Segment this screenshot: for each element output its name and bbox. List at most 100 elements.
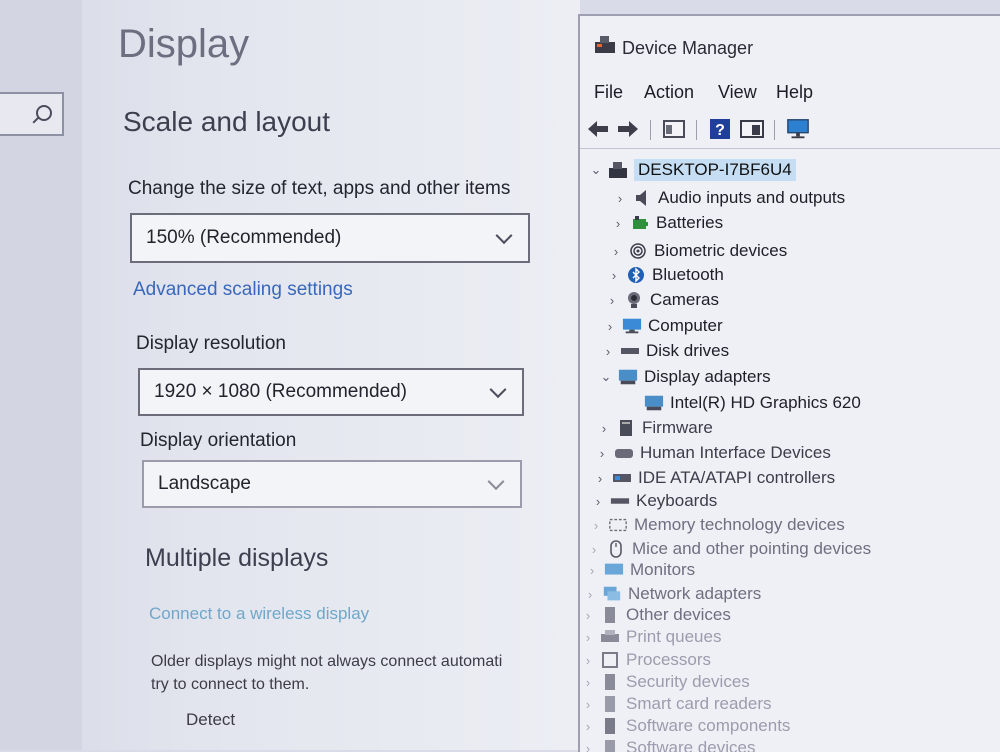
tree-root[interactable]: ⌄ DESKTOP-I7BF6U4: [588, 158, 796, 182]
chevron-right-icon[interactable]: ›: [580, 741, 596, 752]
chevron-right-icon[interactable]: ›: [584, 563, 600, 578]
chevron-right-icon[interactable]: ›: [594, 446, 610, 461]
chevron-right-icon[interactable]: ›: [596, 421, 612, 436]
tree-item[interactable]: › Print queues: [580, 625, 721, 649]
chevron-right-icon[interactable]: ›: [580, 630, 596, 645]
tree-item[interactable]: › Cameras: [604, 288, 719, 312]
section-title-scale: Scale and layout: [123, 106, 330, 138]
tree-item-label: Security devices: [626, 672, 750, 692]
tree-item[interactable]: › Firmware: [596, 416, 713, 440]
tree-item[interactable]: › Disk drives: [600, 339, 729, 363]
chevron-right-icon[interactable]: ›: [580, 675, 596, 690]
tree-item-label: Network adapters: [628, 584, 761, 604]
tree-item-label: Software components: [626, 716, 790, 736]
show-hide-icon[interactable]: [740, 118, 764, 140]
tree-item-label: Display adapters: [644, 367, 771, 387]
tree-item[interactable]: › Software components: [580, 714, 790, 738]
tree-item[interactable]: › Batteries: [610, 211, 723, 235]
chevron-right-icon[interactable]: ›: [612, 191, 628, 206]
hid-icon: [614, 444, 634, 462]
memory-icon: [608, 516, 628, 534]
search-box[interactable]: [0, 92, 64, 136]
tree-item[interactable]: › Human Interface Devices: [594, 441, 831, 465]
chevron-right-icon[interactable]: ›: [586, 542, 602, 557]
resolution-dropdown-value: 1920 × 1080 (Recommended): [154, 381, 407, 403]
chevron-right-icon[interactable]: ›: [600, 344, 616, 359]
tree-item-label: Biometric devices: [654, 241, 787, 261]
tree-root-label: DESKTOP-I7BF6U4: [634, 159, 796, 181]
chevron-down-icon[interactable]: ⌄: [588, 162, 604, 178]
chevron-right-icon[interactable]: ›: [580, 697, 596, 712]
fingerprint-icon: [628, 242, 648, 260]
tree-item[interactable]: › Security devices: [580, 670, 750, 694]
tree-child-item[interactable]: Intel(R) HD Graphics 620: [624, 391, 861, 415]
forward-arrow-icon[interactable]: [616, 118, 640, 140]
settings-window: Display Scale and layout Change the size…: [0, 0, 580, 750]
tree-item[interactable]: › Other devices: [580, 603, 731, 627]
scale-label: Change the size of text, apps and other …: [128, 178, 510, 200]
chevron-right-icon[interactable]: ›: [592, 471, 608, 486]
ide-icon: [612, 469, 632, 487]
tree-item-label: Other devices: [626, 605, 731, 625]
older-displays-line: try to connect to them.: [151, 673, 581, 696]
display-adapter-icon: [618, 368, 638, 386]
tree-item[interactable]: ⌄ Display adapters: [598, 365, 771, 389]
chevron-right-icon[interactable]: ›: [606, 268, 622, 283]
menu-help[interactable]: Help: [776, 82, 813, 103]
chevron-right-icon[interactable]: ›: [610, 216, 626, 231]
chevron-right-icon[interactable]: ›: [580, 608, 596, 623]
monitor-icon: [604, 561, 624, 579]
properties-icon[interactable]: [662, 118, 686, 140]
tree-item[interactable]: › Smart card readers: [580, 692, 772, 716]
menu-action[interactable]: Action: [644, 82, 694, 103]
device-manager-icon: [594, 34, 616, 54]
chevron-down-icon: [496, 227, 513, 244]
orientation-label: Display orientation: [140, 430, 296, 452]
menu-view[interactable]: View: [718, 82, 757, 103]
chevron-right-icon[interactable]: ›: [582, 587, 598, 602]
tree-item[interactable]: › IDE ATA/ATAPI controllers: [592, 466, 835, 490]
tree-item[interactable]: › Computer: [602, 314, 723, 338]
older-displays-text: Older displays might not always connect …: [151, 650, 581, 696]
processor-icon: [600, 651, 620, 669]
chevron-right-icon[interactable]: ›: [580, 719, 596, 734]
computer-icon: [622, 317, 642, 335]
tree-item-label: Disk drives: [646, 341, 729, 361]
tree-item[interactable]: › Keyboards: [590, 489, 717, 513]
chevron-right-icon[interactable]: ›: [602, 319, 618, 334]
menu-file[interactable]: File: [594, 82, 623, 103]
tree-item-label: Processors: [626, 650, 711, 670]
advanced-scaling-link[interactable]: Advanced scaling settings: [133, 279, 353, 301]
other-devices-icon: [600, 606, 620, 624]
resolution-dropdown[interactable]: 1920 × 1080 (Recommended): [138, 368, 524, 416]
tree-item[interactable]: › Monitors: [584, 558, 695, 582]
disk-icon: [620, 342, 640, 360]
scale-dropdown[interactable]: 150% (Recommended): [130, 213, 530, 263]
tree-item-label: IDE ATA/ATAPI controllers: [638, 468, 835, 488]
tree-item-label: Print queues: [626, 627, 721, 647]
help-icon[interactable]: ?: [708, 118, 732, 140]
chevron-right-icon[interactable]: ›: [590, 494, 606, 509]
chevron-right-icon[interactable]: ›: [580, 653, 596, 668]
tree-item[interactable]: › Bluetooth: [606, 263, 724, 287]
tree-item[interactable]: › Processors: [580, 648, 711, 672]
scale-dropdown-value: 150% (Recommended): [146, 227, 341, 249]
tree-item[interactable]: › Audio inputs and outputs: [612, 186, 845, 210]
chevron-right-icon[interactable]: ›: [608, 244, 624, 259]
detect-button[interactable]: Detect: [186, 710, 235, 730]
chevron-right-icon[interactable]: ›: [588, 518, 604, 533]
wireless-display-link[interactable]: Connect to a wireless display: [149, 604, 369, 624]
chevron-down-icon[interactable]: ⌄: [598, 369, 614, 385]
monitor-icon[interactable]: [786, 118, 810, 140]
network-icon: [602, 585, 622, 603]
search-icon[interactable]: [36, 105, 52, 121]
tree-item-label: Bluetooth: [652, 265, 724, 285]
back-arrow-icon[interactable]: [586, 118, 610, 140]
battery-icon: [630, 214, 650, 232]
tree-item[interactable]: › Memory technology devices: [588, 513, 845, 537]
tree-item[interactable]: › Biometric devices: [608, 239, 787, 263]
display-adapter-icon: [644, 394, 664, 412]
orientation-dropdown[interactable]: Landscape: [142, 460, 522, 508]
section-title-multiple: Multiple displays: [145, 544, 328, 573]
chevron-right-icon[interactable]: ›: [604, 293, 620, 308]
